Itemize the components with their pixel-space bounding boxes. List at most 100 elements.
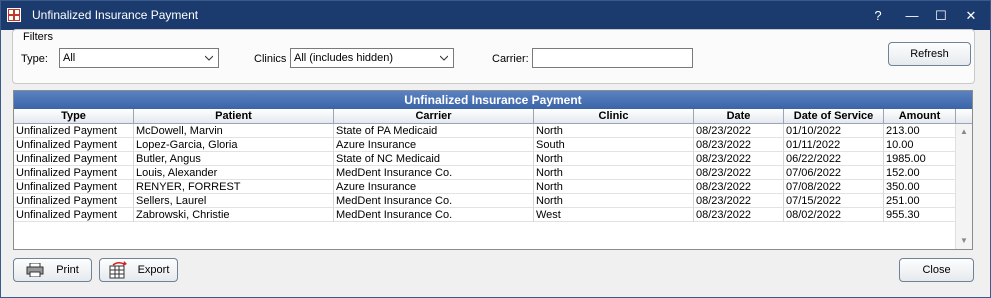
table-cell: Louis, Alexander: [134, 166, 334, 180]
table-row[interactable]: Unfinalized Payment Lopez-Garcia, Gloria A…: [14, 138, 956, 152]
print-button[interactable]: Print: [13, 258, 92, 282]
print-button-label: Print: [56, 264, 79, 276]
table-cell: Sellers, Laurel: [134, 194, 334, 208]
refresh-button[interactable]: Refresh: [888, 42, 971, 66]
table-cell: State of PA Medicaid: [334, 124, 534, 138]
table-cell: 08/23/2022: [694, 194, 784, 208]
table-cell: 08/23/2022: [694, 138, 784, 152]
table-cell: 07/08/2022: [784, 180, 884, 194]
minimize-icon: —: [905, 8, 919, 23]
carrier-label: Carrier:: [492, 53, 529, 65]
table-cell: 213.00: [884, 124, 956, 138]
table-cell: 152.00: [884, 166, 956, 180]
column-header[interactable]: Date: [694, 109, 784, 123]
type-dropdown[interactable]: All: [59, 48, 219, 68]
table-cell: 07/15/2022: [784, 194, 884, 208]
table-row[interactable]: Unfinalized Payment Sellers, Laurel MedDen…: [14, 194, 956, 208]
table-cell: 01/11/2022: [784, 138, 884, 152]
table-cell: 08/02/2022: [784, 208, 884, 222]
close-button[interactable]: Close: [899, 258, 974, 282]
table-cell: Azure Insurance: [334, 180, 534, 194]
grid-header-row: Type Patient Carrier Clinic Date Date of Serv…: [14, 109, 972, 124]
table-cell: 01/10/2022: [784, 124, 884, 138]
table-cell: Azure Insurance: [334, 138, 534, 152]
table-cell: 07/06/2022: [784, 166, 884, 180]
clinics-label: Clinics: [254, 53, 287, 65]
column-header[interactable]: Amount: [884, 109, 956, 123]
close-button-label: Close: [922, 264, 951, 276]
type-dropdown-value: All: [63, 52, 76, 64]
export-button-label: Export: [137, 264, 170, 276]
table-cell: 08/23/2022: [694, 180, 784, 194]
table-cell: Unfinalized Payment: [14, 152, 134, 166]
title-bar: Unfinalized Insurance Payment ? — ☐ ✕: [1, 1, 990, 30]
export-button[interactable]: Export: [99, 258, 178, 282]
grid-title: Unfinalized Insurance Payment: [14, 91, 972, 109]
close-window-button[interactable]: ✕: [956, 1, 986, 30]
table-row[interactable]: Unfinalized Payment Louis, Alexander MedDe…: [14, 166, 956, 180]
table-cell: Unfinalized Payment: [14, 180, 134, 194]
column-header[interactable]: Date of Service: [784, 109, 884, 123]
table-cell: Unfinalized Payment: [14, 194, 134, 208]
clinics-dropdown[interactable]: All (includes hidden): [290, 48, 454, 68]
table-cell: Lopez-Garcia, Gloria: [134, 138, 334, 152]
table-cell: 08/23/2022: [694, 208, 784, 222]
column-header[interactable]: Patient: [134, 109, 334, 123]
maximize-button[interactable]: ☐: [926, 1, 956, 30]
filters-group: Filters Type: All Clinics All (includes …: [12, 29, 975, 84]
table-row[interactable]: Unfinalized Payment RENYER, FORREST Azure …: [14, 180, 956, 194]
grid-app-icon: [7, 8, 21, 22]
chevron-down-icon: [440, 55, 448, 61]
table-cell: North: [534, 194, 694, 208]
vertical-scrollbar[interactable]: ▲ ▼: [955, 124, 972, 249]
table-cell: 955.30: [884, 208, 956, 222]
table-cell: Zabrowski, Christie: [134, 208, 334, 222]
column-header[interactable]: Carrier: [334, 109, 534, 123]
table-cell: North: [534, 124, 694, 138]
table-cell: North: [534, 180, 694, 194]
table-cell: 1985.00: [884, 152, 956, 166]
maximize-icon: ☐: [935, 7, 947, 23]
table-cell: 251.00: [884, 194, 956, 208]
table-cell: MedDent Insurance Co.: [334, 194, 534, 208]
close-icon: ✕: [965, 7, 977, 23]
help-icon: ?: [874, 8, 882, 23]
table-cell: North: [534, 166, 694, 180]
table-row[interactable]: Unfinalized Payment Zabrowski, Christie Me…: [14, 208, 956, 222]
table-row[interactable]: Unfinalized Payment McDowell, Marvin State…: [14, 124, 956, 138]
table-cell: MedDent Insurance Co.: [334, 208, 534, 222]
minimize-button[interactable]: —: [897, 1, 927, 30]
table-row[interactable]: Unfinalized Payment Butler, Angus State of…: [14, 152, 956, 166]
carrier-input[interactable]: [532, 48, 693, 68]
table-cell: West: [534, 208, 694, 222]
column-header[interactable]: Clinic: [534, 109, 694, 123]
table-cell: 10.00: [884, 138, 956, 152]
clinics-dropdown-value: All (includes hidden): [294, 52, 394, 64]
table-cell: 08/23/2022: [694, 166, 784, 180]
refresh-button-label: Refresh: [910, 48, 949, 60]
table-cell: MedDent Insurance Co.: [334, 166, 534, 180]
printer-icon: [26, 263, 44, 277]
table-cell: 350.00: [884, 180, 956, 194]
scroll-up-icon[interactable]: ▲: [960, 128, 968, 136]
filters-group-label: Filters: [21, 31, 55, 43]
app-window: Unfinalized Insurance Payment ? — ☐ ✕ Fi…: [0, 0, 991, 298]
table-cell: Unfinalized Payment: [14, 138, 134, 152]
table-cell: 08/23/2022: [694, 152, 784, 166]
table-cell: RENYER, FORREST: [134, 180, 334, 194]
window-title: Unfinalized Insurance Payment: [32, 8, 199, 22]
help-button[interactable]: ?: [863, 1, 893, 30]
scroll-down-icon[interactable]: ▼: [960, 237, 968, 245]
table-cell: State of NC Medicaid: [334, 152, 534, 166]
table-cell: Unfinalized Payment: [14, 124, 134, 138]
table-cell: 08/23/2022: [694, 124, 784, 138]
export-grid-icon: [109, 261, 127, 279]
column-header[interactable]: Type: [14, 109, 134, 123]
table-cell: North: [534, 152, 694, 166]
type-label: Type:: [21, 53, 48, 65]
table-cell: 06/22/2022: [784, 152, 884, 166]
table-cell: Unfinalized Payment: [14, 208, 134, 222]
table-cell: Unfinalized Payment: [14, 166, 134, 180]
payments-grid: Unfinalized Insurance Payment Type Patien…: [13, 90, 973, 250]
table-cell: South: [534, 138, 694, 152]
